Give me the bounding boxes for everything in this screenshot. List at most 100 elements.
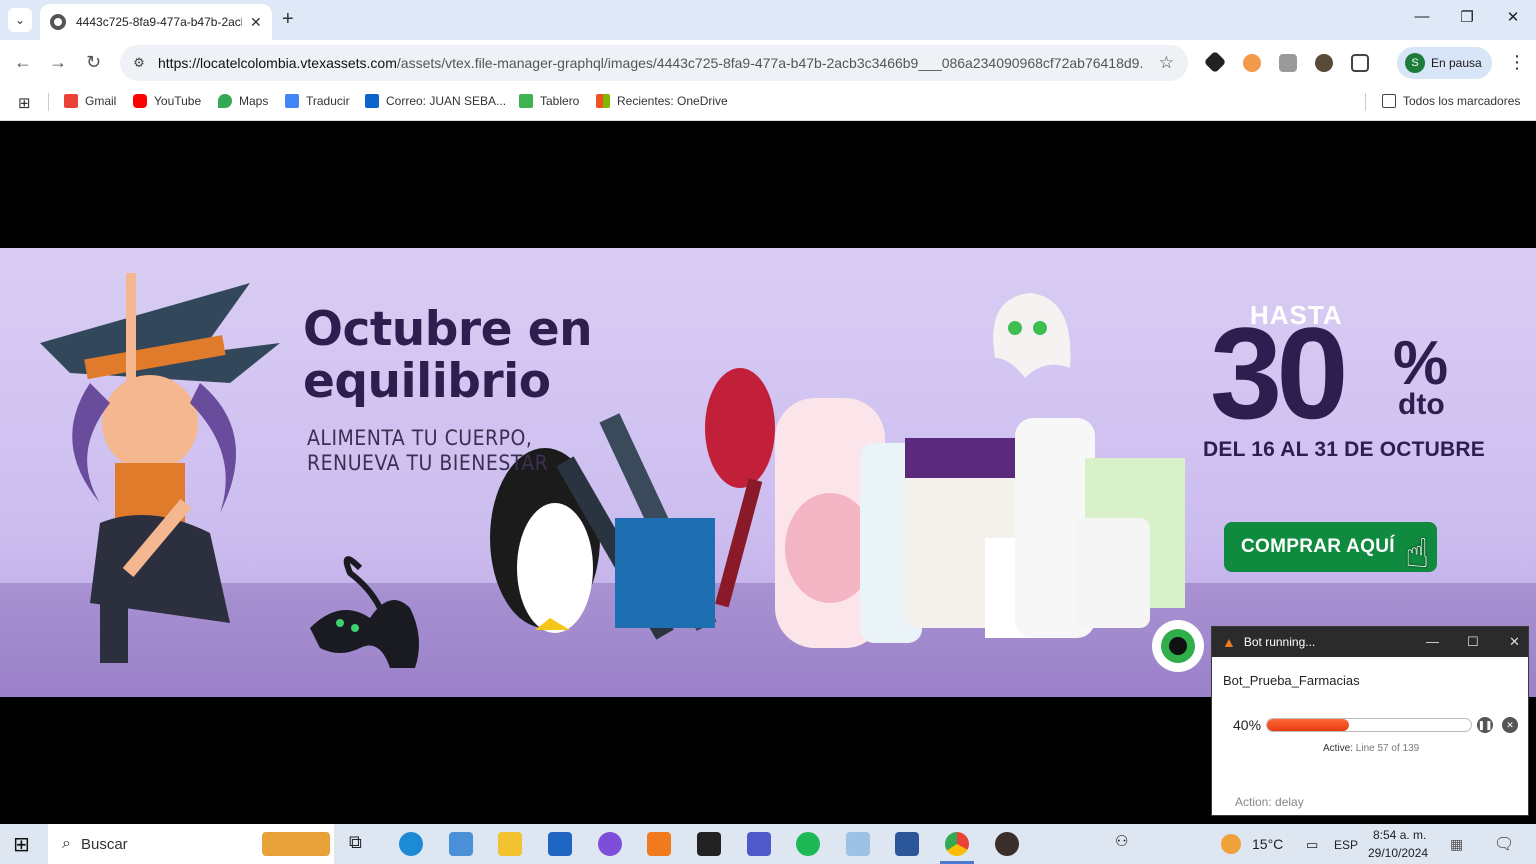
banner-title-line-2: equilibrio — [303, 354, 551, 409]
pause-button[interactable]: ❚❚ — [1477, 717, 1493, 733]
edge-icon[interactable] — [399, 832, 423, 856]
hand-cursor-icon: ☝ — [1405, 532, 1430, 576]
bookmark-onedrive[interactable]: Recientes: OneDrive — [596, 94, 728, 108]
media-player-icon[interactable] — [647, 832, 671, 856]
chrome-icon[interactable] — [945, 832, 969, 856]
minimize-button[interactable]: — — [1426, 634, 1439, 649]
word-icon[interactable] — [895, 832, 919, 856]
maximize-button[interactable]: ☐ — [1467, 634, 1479, 650]
site-info-icon[interactable]: ⚙ — [130, 54, 148, 72]
back-button[interactable]: ← — [14, 52, 32, 73]
windows-start-icon[interactable]: ⊞ — [13, 832, 37, 856]
input-language[interactable]: ESP — [1334, 838, 1358, 852]
bot-progress-window: ▲ Bot running... — ☐ ✕ Bot_Prueba_Farmac… — [1211, 626, 1529, 816]
eye-decoration — [1152, 620, 1204, 672]
banner-subtitle-line-2: RENUEVA TU BIENESTAR — [307, 451, 549, 475]
products-illustration — [490, 368, 1185, 648]
file-explorer-icon[interactable] — [498, 832, 522, 856]
reload-button[interactable]: ↻ — [86, 52, 101, 73]
control-panel-icon[interactable] — [449, 832, 473, 856]
dashboard-icon — [519, 94, 533, 108]
bookmark-gmail[interactable]: Gmail — [64, 94, 116, 108]
extension-icon[interactable] — [1279, 54, 1297, 72]
bookmark-translate[interactable]: Traducir — [285, 94, 350, 108]
automa-extension-icon[interactable] — [1315, 54, 1333, 72]
translate-icon — [285, 94, 299, 108]
current-action: Action: delay — [1235, 795, 1304, 809]
bookmark-youtube[interactable]: YouTube — [133, 94, 201, 108]
progress-percent: 40% — [1233, 717, 1262, 733]
discount-value: 30 — [1210, 300, 1349, 446]
temperature[interactable]: 15°C — [1252, 836, 1283, 852]
spotify-icon[interactable] — [796, 832, 820, 856]
active-label: Active: — [1323, 743, 1354, 754]
notification-badge-icon[interactable]: ▦ — [1450, 836, 1463, 853]
address-bar[interactable]: ⚙ https://locatelcolombia.vtexassets.com… — [120, 45, 1188, 81]
bookmark-label: Tablero — [540, 94, 580, 108]
tab-strip: ⌄ 4443c725-8fa9-477a-b47b-2acb ✕ + — ❐ ✕ — [0, 0, 1536, 40]
bookmark-tablero[interactable]: Tablero — [519, 94, 579, 108]
extensions-puzzle-icon[interactable] — [1351, 54, 1369, 72]
microsoft-icon — [596, 94, 610, 108]
url-text[interactable]: https://locatelcolombia.vtexassets.com/a… — [158, 55, 1143, 71]
bot-window-titlebar: ▲ Bot running... — ☐ ✕ — [1212, 627, 1528, 657]
banner-title: Octubre en equilibrio — [303, 304, 593, 409]
url-host: https://locatelcolombia.vtexassets.com — [158, 55, 397, 71]
bookmark-label: Maps — [239, 94, 269, 108]
close-tab-icon[interactable]: ✕ — [250, 14, 262, 31]
bookmarks-bar: ⊞ Gmail YouTube Maps Traducir Correo: JU… — [0, 86, 1536, 121]
bookmark-label: Recientes: OneDrive — [617, 94, 728, 108]
teams-icon[interactable] — [747, 832, 771, 856]
extension-icon[interactable] — [1243, 54, 1261, 72]
all-bookmarks-button[interactable]: Todos los marcadores — [1382, 94, 1520, 108]
active-value: Line 57 of 139 — [1355, 743, 1420, 754]
forward-button[interactable]: → — [49, 52, 67, 73]
bookmark-outlook[interactable]: Correo: JUAN SEBA... — [365, 94, 506, 108]
witch-illustration — [40, 273, 280, 663]
clock-date[interactable]: 29/10/2024 — [1368, 846, 1428, 860]
close-button[interactable]: ✕ — [1509, 634, 1520, 650]
globe-icon — [50, 14, 66, 30]
mail-icon[interactable] — [548, 832, 572, 856]
bot-name: Bot_Prueba_Farmacias — [1223, 673, 1360, 688]
automa-icon[interactable] — [995, 832, 1019, 856]
avatar: S — [1405, 53, 1425, 73]
apps-grid-icon[interactable]: ⊞ — [18, 94, 31, 112]
profile-button[interactable]: S En pausa — [1397, 47, 1492, 79]
people-icon[interactable]: ⚇ — [1115, 832, 1139, 856]
close-window-button[interactable]: ✕ — [1490, 8, 1536, 26]
browser-tab[interactable]: 4443c725-8fa9-477a-b47b-2acb ✕ — [40, 4, 272, 40]
bookmark-label: YouTube — [154, 94, 202, 108]
ghost-illustration — [993, 293, 1071, 378]
tab-search-button[interactable]: ⌄ — [8, 8, 32, 32]
taskbar: ⊞ ⌕ Buscar ⧉ ⚇ 15°C ▭ ESP 8:54 a. m. 29/… — [0, 824, 1536, 864]
bot-window-title: Bot running... — [1243, 635, 1316, 649]
stop-button[interactable]: ✕ — [1502, 717, 1518, 733]
cat-illustration — [310, 556, 419, 668]
app-icon[interactable] — [846, 832, 870, 856]
more-menu-icon[interactable]: ⋮ — [1508, 52, 1526, 73]
outlook-icon — [365, 94, 379, 108]
banner-subtitle: ALIMENTA TU CUERPO, RENUEVA TU BIENESTAR — [307, 426, 548, 476]
action-center-icon[interactable]: 🗨 — [1494, 834, 1514, 854]
task-view-icon[interactable]: ⧉ — [349, 832, 373, 856]
bookmark-maps[interactable]: Maps — [218, 94, 268, 108]
promo-dates: DEL 16 AL 31 DE OCTUBRE — [1203, 438, 1485, 461]
briefcase-icon[interactable] — [262, 832, 330, 856]
terminal-icon[interactable] — [697, 832, 721, 856]
new-tab-button[interactable]: + — [282, 8, 294, 31]
tab-title: 4443c725-8fa9-477a-b47b-2acb — [76, 15, 242, 29]
minimize-button[interactable]: — — [1399, 8, 1445, 25]
battery-icon[interactable]: ▭ — [1306, 837, 1318, 853]
weather-icon[interactable] — [1221, 834, 1241, 854]
active-line-status: Active: Line 57 of 139 — [1323, 743, 1419, 754]
eyedropper-extension-icon[interactable] — [1203, 50, 1227, 74]
app-icon[interactable] — [598, 832, 622, 856]
folder-icon — [1382, 94, 1396, 108]
clock-time[interactable]: 8:54 a. m. — [1373, 828, 1426, 842]
banner-subtitle-line-1: ALIMENTA TU CUERPO, — [307, 426, 533, 450]
bookmark-label: Gmail — [85, 94, 117, 108]
restore-button[interactable]: ❐ — [1444, 8, 1490, 26]
bookmark-star-icon[interactable]: ☆ — [1159, 53, 1174, 73]
divider — [1365, 93, 1366, 111]
